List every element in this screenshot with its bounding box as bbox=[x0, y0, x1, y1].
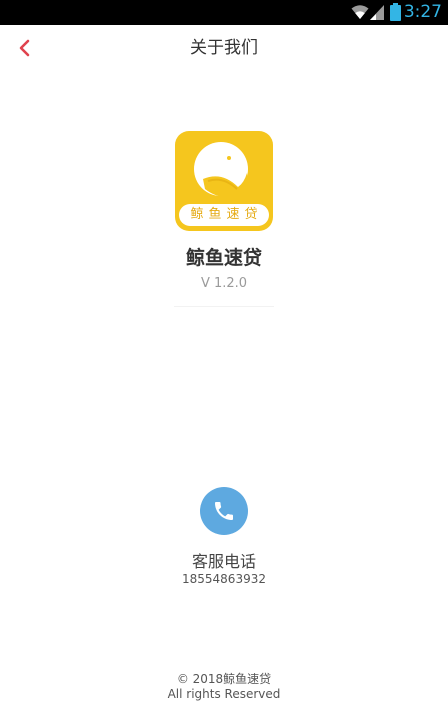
app-logo: 鲸鱼速贷 bbox=[175, 131, 273, 231]
copyright-text: © 2018鲸鱼速贷 bbox=[176, 672, 272, 686]
logo-label: 鲸鱼速贷 bbox=[179, 204, 269, 226]
phone-icon bbox=[215, 502, 233, 520]
status-time: 3:27 bbox=[403, 2, 442, 22]
service-phone-number[interactable]: 18554863932 bbox=[0, 572, 448, 586]
status-bar: 3:27 bbox=[0, 0, 448, 25]
divider bbox=[174, 306, 274, 307]
call-button[interactable] bbox=[200, 487, 248, 535]
nav-bar: 关于我们 bbox=[0, 25, 448, 71]
service-label: 客服电话 bbox=[191, 552, 256, 571]
wifi-icon bbox=[351, 4, 369, 24]
page-title: 关于我们 bbox=[190, 38, 258, 58]
battery-icon bbox=[390, 3, 401, 25]
cell-signal-icon bbox=[370, 5, 384, 24]
app-version: V 1.2.0 bbox=[200, 276, 248, 291]
rights-text: All rights Reserved bbox=[167, 687, 281, 701]
app-name: 鲸鱼速贷 bbox=[185, 247, 262, 269]
